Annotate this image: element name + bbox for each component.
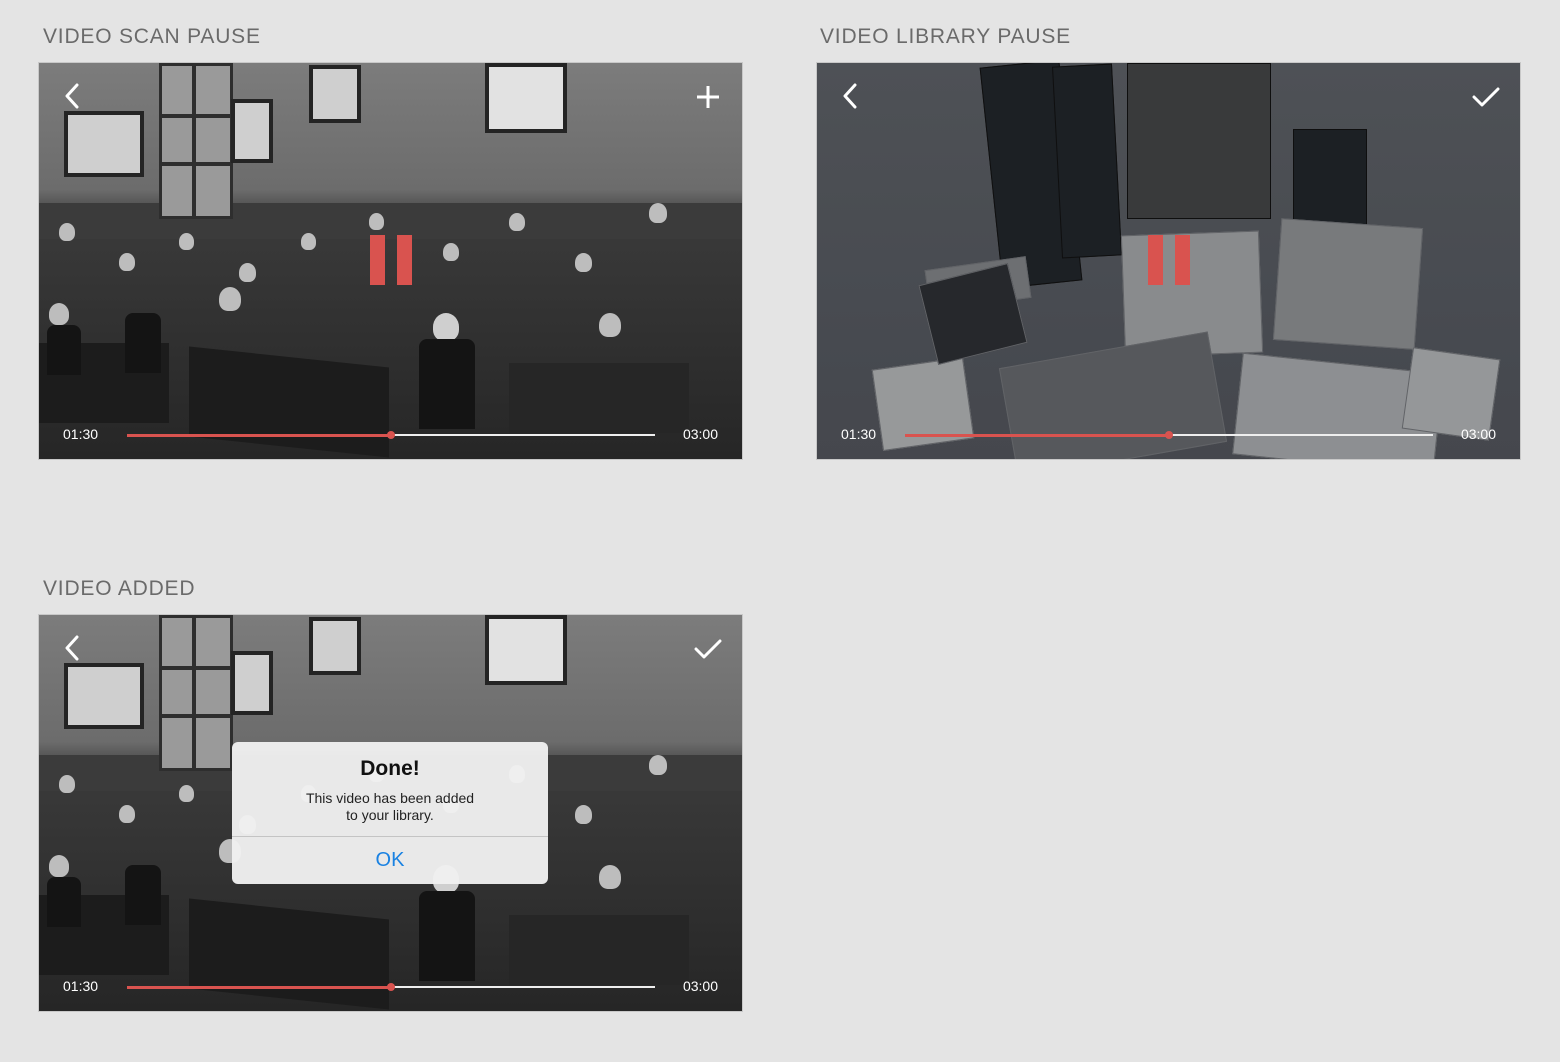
- confirm-button[interactable]: [1470, 81, 1502, 113]
- progress-bar[interactable]: [127, 983, 655, 991]
- pause-icon[interactable]: [370, 235, 412, 285]
- video-player-video-added: 01:30 03:00 Done! This video has been ad…: [38, 614, 743, 1012]
- progress-bar[interactable]: [127, 431, 655, 439]
- progress-thumb[interactable]: [1165, 431, 1173, 439]
- back-button[interactable]: [59, 633, 85, 663]
- panel-title-video-library-pause: VIDEO LIBRARY PAUSE: [820, 25, 1071, 48]
- panel-title-video-added: VIDEO ADDED: [43, 577, 196, 600]
- alert-title: Done!: [360, 757, 420, 780]
- time-total: 03:00: [682, 426, 718, 442]
- chevron-left-icon: [843, 83, 857, 109]
- progress-thumb[interactable]: [387, 431, 395, 439]
- pause-icon[interactable]: [1148, 235, 1190, 285]
- time-current: 01:30: [63, 978, 99, 994]
- back-button[interactable]: [837, 81, 863, 111]
- video-player-scan-pause: 01:30 03:00: [38, 62, 743, 460]
- chevron-left-icon: [65, 635, 79, 661]
- checkmark-icon: [1472, 87, 1500, 107]
- progress-bar[interactable]: [905, 431, 1433, 439]
- back-button[interactable]: [59, 81, 85, 111]
- alert-message-line-2: to your library.: [346, 807, 434, 823]
- progress-fill: [905, 434, 1169, 437]
- video-player-library-pause: 01:30 03:00: [816, 62, 1521, 460]
- time-current: 01:30: [63, 426, 99, 442]
- progress-fill: [127, 986, 391, 989]
- alert-message: This video has been added to your librar…: [272, 790, 508, 824]
- progress-thumb[interactable]: [387, 983, 395, 991]
- time-current: 01:30: [841, 426, 877, 442]
- add-to-library-button[interactable]: [692, 81, 724, 113]
- time-total: 03:00: [1460, 426, 1496, 442]
- progress-fill: [127, 434, 391, 437]
- alert-message-line-1: This video has been added: [305, 790, 475, 806]
- alert-dialog: Done! This video has been added to your …: [232, 742, 548, 884]
- checkmark-icon: [694, 639, 722, 659]
- ok-button[interactable]: OK: [232, 837, 548, 884]
- chevron-left-icon: [65, 83, 79, 109]
- confirm-button[interactable]: [692, 633, 724, 665]
- time-total: 03:00: [682, 978, 718, 994]
- panel-title-video-scan-pause: VIDEO SCAN PAUSE: [43, 25, 261, 48]
- plus-icon: [697, 86, 719, 108]
